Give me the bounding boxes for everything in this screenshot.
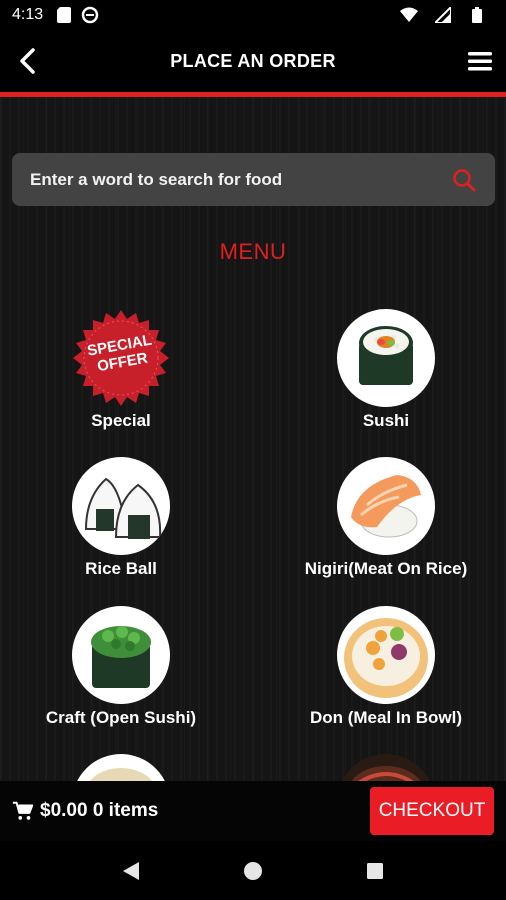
sd-card-icon [55,6,73,24]
menu-item-label: Special [91,411,151,430]
triangle-back-icon [123,861,139,880]
chevron-left-icon [20,48,35,74]
search-icon[interactable] [451,167,477,193]
special-offer-badge: SPECIAL OFFER [72,309,170,407]
menu-item-special[interactable]: SPECIAL OFFER Special [1,309,241,431]
menu-item-sushi[interactable]: Sushi [266,309,506,431]
circle-home-icon [244,861,262,880]
food-image [337,754,435,781]
cart-summary: $0.00 0 items [40,800,159,821]
app-bar: PLACE AN ORDER [0,30,506,92]
nav-back-button[interactable] [118,858,144,884]
rice-ball-image [72,457,170,555]
main-content[interactable]: Enter a word to search for food MENU SPE… [0,97,506,781]
system-nav-bar [0,841,506,900]
menu-item-partial-right[interactable] [266,754,506,781]
nav-home-button[interactable] [240,858,266,884]
battery-icon [468,6,486,24]
menu-item-rice-ball[interactable]: Rice Ball [1,457,241,579]
menu-heading: MENU [219,239,287,264]
signal-icon [434,6,452,24]
menu-item-nigiri[interactable]: Nigiri(Meat On Rice) [266,457,506,579]
menu-item-label: Sushi [362,411,410,430]
sushi-image [337,309,435,407]
hamburger-icon [468,52,492,71]
craft-image [72,606,170,704]
food-image [72,754,170,781]
status-time: 4:13 [12,6,44,23]
data-saver-icon [81,6,99,24]
menu-item-craft[interactable]: Craft (Open Sushi) [1,606,241,728]
menu-item-label: Nigiri(Meat On Rice) [304,559,468,578]
menu-button[interactable] [466,47,494,75]
don-image [337,606,435,704]
menu-item-label: Craft (Open Sushi) [45,708,197,727]
checkout-button[interactable]: CHECKOUT [370,787,494,835]
page-title: PLACE AN ORDER [170,50,336,71]
back-button[interactable] [14,46,44,76]
wifi-icon [400,6,418,24]
search-input[interactable]: Enter a word to search for food [12,153,495,206]
nav-recents-button[interactable] [362,858,388,884]
square-recents-icon [367,862,383,879]
menu-item-partial-left[interactable] [1,754,241,781]
menu-item-label: Don (Meal In Bowl) [309,708,463,727]
search-placeholder: Enter a word to search for food [30,169,283,189]
shopping-cart-icon [12,801,34,820]
nigiri-image [337,457,435,555]
cart-bar: $0.00 0 items CHECKOUT [0,781,506,841]
menu-item-don[interactable]: Don (Meal In Bowl) [266,606,506,728]
status-bar: 4:13 [0,0,506,30]
menu-item-label: Rice Ball [85,559,157,578]
